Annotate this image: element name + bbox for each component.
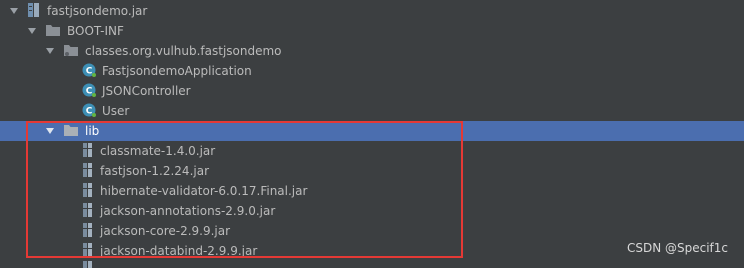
tree-item-label: jackson-core-2.9.9.jar [100,224,231,238]
jar-library-icon [82,202,94,221]
expand-arrow-icon[interactable] [46,128,54,134]
tree-item-classes-package[interactable]: classes.org.vulhub.fastjsondemo [0,41,744,61]
tree-item-label: User [102,104,130,118]
project-tree: fastjsondemo.jar BOOT-INF classes.org.vu… [0,0,744,268]
tree-item-fastjsondemo-jar[interactable]: fastjsondemo.jar [0,1,744,21]
tree-item-label: JSONController [102,84,191,98]
tree-item-jackson-annotations-jar[interactable]: jackson-annotations-2.9.0.jar [0,201,744,221]
class-icon: C [82,63,96,80]
class-icon: C [82,83,96,100]
tree-item-label: lib [85,124,100,138]
tree-item-classmate-jar[interactable]: classmate-1.4.0.jar [0,141,744,161]
tree-item-fastjson-jar[interactable]: fastjson-1.2.24.jar [0,161,744,181]
tree-item-label: FastjsondemoApplication [102,64,252,78]
svg-text:C: C [86,66,93,76]
tree-item-label: classmate-1.4.0.jar [100,144,216,158]
jar-library-icon [82,222,94,241]
jar-library-icon [82,142,94,161]
jar-library-icon [82,162,94,181]
tree-item-label: classes.org.vulhub.fastjsondemo [85,44,282,58]
tree-item-fastjsondemo-application[interactable]: C FastjsondemoApplication [0,61,744,81]
jar-library-icon [82,182,94,201]
tree-item-label: jackson-databind-2.9.9.jar [100,244,258,258]
tree-item-hibernate-validator-jar[interactable]: hibernate-validator-6.0.17.Final.jar [0,181,744,201]
tree-item-partial [0,261,744,268]
svg-text:C: C [86,86,93,96]
package-folder-icon [63,43,79,60]
tree-item-label: jackson-annotations-2.9.0.jar [100,204,276,218]
tree-item-user[interactable]: C User [0,101,744,121]
tree-item-jsoncontroller[interactable]: C JSONController [0,81,744,101]
folder-icon [45,23,61,40]
tree-item-label: hibernate-validator-6.0.17.Final.jar [100,184,308,198]
watermark: CSDN @Specif1c [626,241,728,255]
expand-arrow-icon[interactable] [28,28,36,34]
folder-icon [63,123,79,140]
jar-library-icon [82,261,94,268]
expand-arrow-icon[interactable] [10,8,18,14]
class-icon: C [82,103,96,120]
tree-item-label: fastjsondemo.jar [47,4,148,18]
jar-library-icon [82,242,94,261]
tree-item-boot-inf[interactable]: BOOT-INF [0,21,744,41]
tree-item-label: fastjson-1.2.24.jar [100,164,210,178]
tree-item-jackson-core-jar[interactable]: jackson-core-2.9.9.jar [0,221,744,241]
tree-item-label: BOOT-INF [67,24,124,38]
tree-item-lib[interactable]: lib [0,121,744,141]
expand-arrow-icon[interactable] [46,48,54,54]
jar-archive-icon [27,2,41,21]
svg-text:C: C [86,106,93,116]
